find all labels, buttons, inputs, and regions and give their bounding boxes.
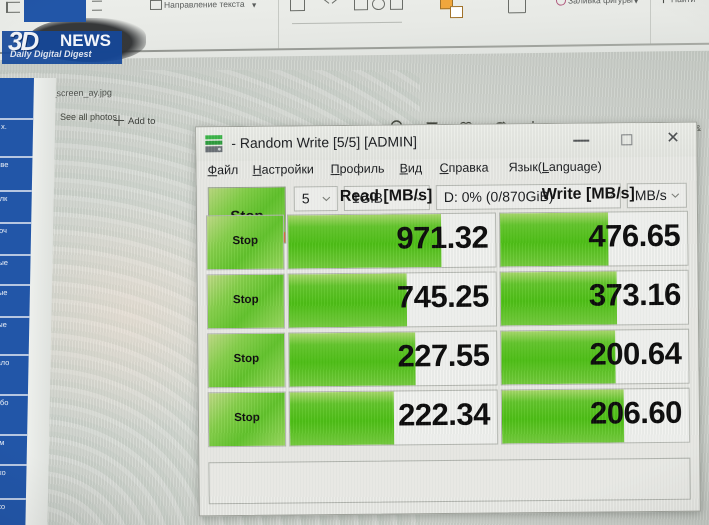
diagonal-shape-icon <box>332 0 350 12</box>
blue-cell-text: або <box>0 398 8 407</box>
text-direction-caret: ▾ <box>252 0 256 11</box>
blue-cell-text: ые <box>0 288 8 297</box>
shapes-row2-icon <box>292 12 402 24</box>
menu-item-help[interactable]: Справка <box>439 161 488 175</box>
read-result-cell: 227.55 <box>288 331 498 388</box>
status-comment-bar[interactable] <box>208 458 690 505</box>
table-row: Stop 222.34 206.60 <box>208 388 691 450</box>
window-titlebar: - Random Write [5/5] [ADMIN] ✕ <box>196 123 696 162</box>
read-value: 745.25 <box>397 279 489 316</box>
arrange-icon-2 <box>450 6 463 18</box>
add-to-button[interactable]: Add to <box>128 116 155 127</box>
rectangle-shape-icon <box>354 0 368 10</box>
blue-cell-text: ве <box>0 160 8 169</box>
write-value: 476.65 <box>588 218 680 255</box>
ribbon-divider-2 <box>650 0 651 43</box>
text-direction-label: Направление текста <box>164 0 245 10</box>
read-column-header: Read [MB/s] <box>340 187 433 206</box>
blue-cell-text: лк <box>0 194 7 203</box>
row-run-label: Stop <box>209 412 285 425</box>
drive-value: D: 0% (0/870GiB) <box>444 188 554 205</box>
write-result-cell: 373.16 <box>500 270 690 327</box>
list-icon <box>6 2 20 13</box>
read-result-cell: 222.34 <box>289 390 499 447</box>
blue-cell-text: оч <box>0 226 7 235</box>
write-result-cell: 206.60 <box>501 388 691 445</box>
maximize-button[interactable] <box>604 123 650 156</box>
plus-icon: ＋ <box>112 114 126 128</box>
line-shape-icon <box>312 0 330 13</box>
textbox-icon <box>290 0 305 11</box>
read-bar-fill <box>289 273 407 327</box>
shape-fill-label: Заливка фигуры <box>568 0 633 6</box>
menu-item-settings[interactable]: Настройки <box>252 162 313 177</box>
read-value: 227.55 <box>397 338 489 375</box>
blue-cell-text: ые <box>0 320 7 329</box>
menu-item-profile[interactable]: Профиль <box>330 162 384 177</box>
read-value: 222.34 <box>398 397 490 434</box>
crystaldiskmark-window: - Random Write [5/5] [ADMIN] ✕ Файл Наст… <box>195 122 701 517</box>
menu-item-language[interactable]: Язык(Language) <box>508 160 601 175</box>
find-icon <box>660 0 667 3</box>
window-title: - Random Write [5/5] [ADMIN] <box>231 133 417 151</box>
text-direction-icon <box>150 0 162 10</box>
shape-fill-icon <box>556 0 566 6</box>
write-column-header: Write [MB/s] <box>542 185 635 204</box>
write-value: 200.64 <box>589 336 681 373</box>
menu-item-file[interactable]: Файл <box>207 163 238 177</box>
watermark-tagline: Daily Digital Digest <box>10 49 92 59</box>
shape-fill-caret: ▾ <box>634 0 638 7</box>
chevron-down-icon <box>322 194 331 203</box>
read-bar-fill <box>290 392 394 446</box>
watermark-logo-news: NEWS <box>60 31 111 51</box>
row-run-button[interactable]: Stop <box>208 392 287 448</box>
table-row: Stop 745.25 373.16 <box>207 270 690 332</box>
see-all-photos-link[interactable]: See all photos <box>60 112 117 122</box>
crystaldiskmark-icon <box>204 134 224 153</box>
quickstyles-icon <box>508 0 526 13</box>
write-value: 206.60 <box>590 395 682 432</box>
close-button[interactable]: ✕ <box>649 123 695 156</box>
row-run-label: Stop <box>207 235 283 248</box>
blue-window-top <box>24 0 86 22</box>
row-run-label: Stop <box>208 353 284 366</box>
row-run-label: Stop <box>208 294 284 307</box>
row-run-button[interactable]: Stop <box>207 333 286 389</box>
blue-cell-text: ые <box>0 258 8 267</box>
menu-item-view[interactable]: Вид <box>399 161 422 175</box>
blue-cell-text: х. <box>1 122 7 131</box>
write-result-cell: 476.65 <box>499 211 689 268</box>
minimize-button[interactable] <box>558 123 604 156</box>
blue-cell-text: ско <box>0 502 5 511</box>
ribbon-divider-1 <box>278 0 279 48</box>
units-value: MB/s <box>635 187 667 203</box>
write-value: 373.16 <box>589 277 681 314</box>
blue-cell-text: ём <box>0 438 4 447</box>
blue-cell-text: ско <box>0 468 6 477</box>
chevron-down-icon <box>671 191 680 200</box>
watermark-3dnews: 3D NEWS Daily Digital Digest <box>2 22 130 66</box>
read-result-cell: 971.32 <box>287 213 497 270</box>
read-result-cell: 745.25 <box>288 272 498 329</box>
test-count-value: 5 <box>302 190 310 206</box>
square-shape-icon <box>390 0 403 10</box>
row-run-button[interactable]: Stop <box>207 274 286 330</box>
table-row: Stop 971.32 476.65 <box>206 211 689 273</box>
results-table: Stop 971.32 476.65 Stop 745.25 373.16 <box>206 211 690 452</box>
write-result-cell: 200.64 <box>500 329 690 386</box>
row-run-button[interactable]: Stop <box>206 215 285 271</box>
blue-cell-text: ало <box>0 358 9 367</box>
oval-shape-icon <box>372 0 385 10</box>
indent-icon <box>92 1 102 11</box>
find-label: Найти <box>671 0 695 4</box>
units-select[interactable]: MB/s <box>627 183 687 209</box>
table-row: Stop 227.55 200.64 <box>207 329 690 391</box>
read-value: 971.32 <box>396 220 488 257</box>
test-count-select[interactable]: 5 <box>294 186 338 211</box>
